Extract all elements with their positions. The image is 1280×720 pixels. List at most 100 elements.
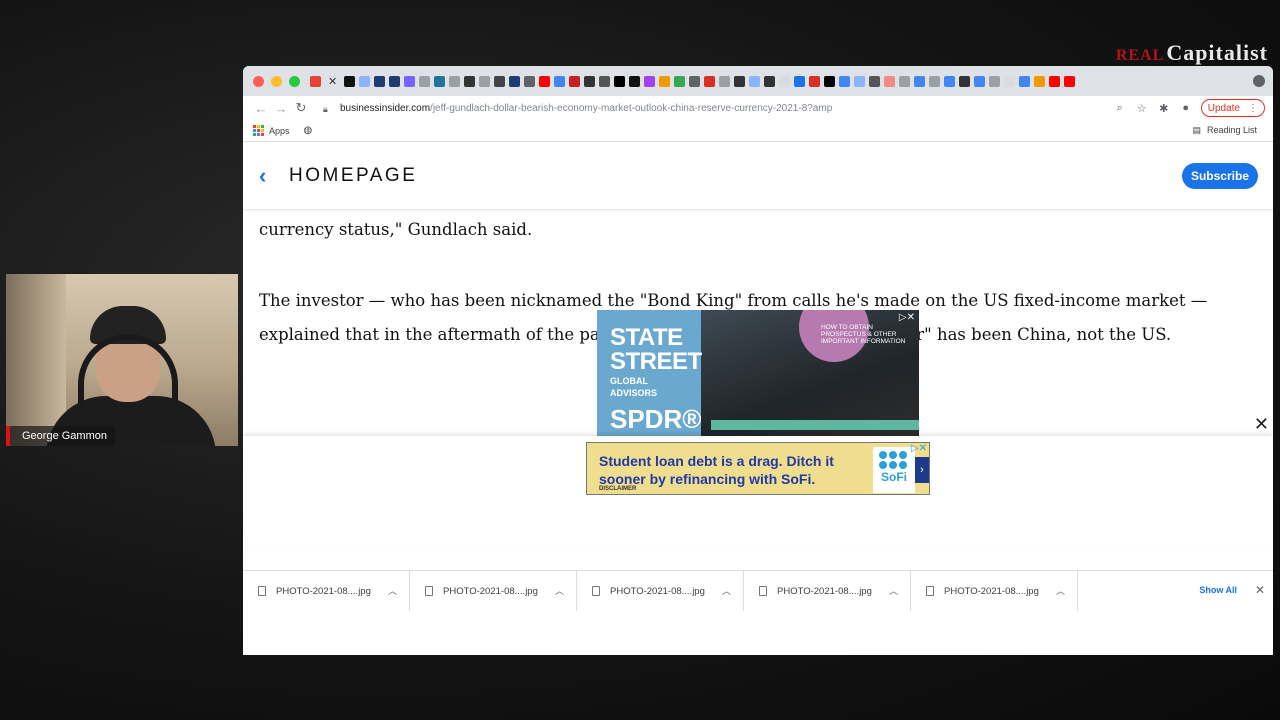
reload-icon[interactable]: ↻ bbox=[291, 100, 311, 116]
chevron-up-icon[interactable]: ︿ bbox=[388, 584, 397, 597]
download-item[interactable]: PHOTO-2021-08....jpg ︿ bbox=[410, 570, 577, 611]
brand-line2: STREET bbox=[610, 348, 702, 375]
chevron-up-icon[interactable]: ︿ bbox=[722, 584, 731, 597]
download-item[interactable]: PHOTO-2021-08....jpg ︿ bbox=[911, 570, 1078, 611]
chevron-up-icon[interactable]: ︿ bbox=[889, 584, 898, 597]
download-filename: PHOTO-2021-08....jpg bbox=[276, 585, 371, 597]
tab-favicon[interactable] bbox=[944, 75, 956, 87]
tab-favicon[interactable] bbox=[974, 75, 986, 87]
tab-favicon[interactable] bbox=[869, 75, 881, 87]
tab-favicon[interactable] bbox=[704, 75, 716, 87]
tab-favicon[interactable] bbox=[1049, 75, 1061, 87]
avatar[interactable]: ● bbox=[1175, 102, 1197, 114]
tab-favicon[interactable] bbox=[614, 75, 626, 87]
tab-favicon[interactable] bbox=[644, 75, 656, 87]
stream-logo-prefix: REAL bbox=[1115, 47, 1165, 64]
maximize-window-button[interactable] bbox=[289, 75, 300, 87]
tab-close-icon[interactable]: ✕ bbox=[328, 75, 337, 88]
download-item[interactable]: PHOTO-2021-08....jpg ︿ bbox=[577, 570, 744, 611]
tab-favicon[interactable] bbox=[809, 75, 821, 87]
forward-arrow-icon[interactable]: → bbox=[271, 101, 291, 116]
tab-favicon[interactable] bbox=[479, 75, 491, 87]
site-header: ‹ HOMEPAGE Subscribe bbox=[243, 142, 1273, 210]
chevron-up-icon[interactable]: ︿ bbox=[555, 584, 564, 597]
tab-favicon[interactable] bbox=[310, 75, 321, 87]
tab-favicon[interactable] bbox=[359, 75, 371, 87]
state-street-ad[interactable]: STATE STREET GLOBAL ADVISORS SPDR® HOW T… bbox=[597, 310, 919, 436]
update-button[interactable]: Update ⋮ bbox=[1200, 99, 1265, 117]
tab-favicon[interactable] bbox=[659, 75, 671, 87]
show-all-downloads-link[interactable]: Show All bbox=[1199, 585, 1237, 595]
minimize-window-button[interactable] bbox=[271, 75, 282, 87]
tab-favicon[interactable] bbox=[719, 75, 731, 87]
tab-favicon[interactable] bbox=[1019, 75, 1031, 87]
chevron-up-icon[interactable]: ︿ bbox=[1056, 584, 1065, 597]
tab-favicon[interactable] bbox=[929, 75, 941, 87]
reading-list-button[interactable]: ▤ Reading List bbox=[1192, 125, 1263, 136]
tab-favicon[interactable] bbox=[854, 75, 866, 87]
tab-favicon[interactable] bbox=[419, 75, 431, 87]
tab-favicon[interactable] bbox=[524, 75, 536, 87]
tab-favicon[interactable] bbox=[839, 75, 851, 87]
tab-favicon[interactable] bbox=[344, 75, 356, 87]
tab-favicon[interactable] bbox=[689, 75, 701, 87]
spdr-label: SPDR® bbox=[610, 404, 702, 434]
tab-favicon[interactable] bbox=[509, 75, 521, 87]
tab-favicon[interactable] bbox=[914, 75, 926, 87]
tab-favicon[interactable] bbox=[1004, 75, 1016, 87]
subscribe-button[interactable]: Subscribe bbox=[1181, 162, 1258, 189]
tab-favicon[interactable] bbox=[1034, 75, 1046, 87]
sofi-ad-disclaimer[interactable]: DISCLAIMER bbox=[599, 486, 636, 492]
tab-favicon[interactable] bbox=[404, 75, 416, 87]
update-label: Update bbox=[1207, 102, 1240, 114]
chevron-right-icon[interactable]: › bbox=[915, 457, 929, 483]
address-bar[interactable]: 🔒︎ businessinsider.com/jeff-gundlach-dol… bbox=[317, 98, 1103, 118]
lock-icon: 🔒︎ bbox=[323, 103, 328, 114]
tab-favicon[interactable] bbox=[674, 75, 686, 87]
tab-favicon[interactable] bbox=[554, 75, 566, 87]
puzzle-icon[interactable]: ✱ bbox=[1153, 102, 1175, 115]
tab-favicon[interactable] bbox=[389, 75, 401, 87]
tab-favicon[interactable] bbox=[584, 75, 596, 87]
download-item[interactable]: PHOTO-2021-08....jpg ︿ bbox=[243, 570, 410, 611]
tab-favicon[interactable] bbox=[824, 75, 836, 87]
ad-image-sofa bbox=[711, 420, 919, 430]
tab-strip: ✕ bbox=[243, 66, 1273, 96]
tab-favicon[interactable] bbox=[959, 75, 971, 87]
tab-favicon[interactable] bbox=[494, 75, 506, 87]
star-icon[interactable]: ☆ bbox=[1131, 102, 1153, 115]
window-controls bbox=[253, 75, 300, 87]
profile-icon[interactable] bbox=[1253, 75, 1265, 87]
download-item[interactable]: PHOTO-2021-08....jpg ︿ bbox=[744, 570, 911, 611]
tab-favicon[interactable] bbox=[629, 75, 641, 87]
apps-bookmark[interactable]: Apps bbox=[269, 126, 290, 136]
tab-favicon[interactable] bbox=[794, 75, 806, 87]
back-arrow-icon[interactable]: ← bbox=[251, 101, 271, 116]
chevron-left-icon[interactable]: ‹ bbox=[259, 163, 289, 189]
tab-favicon[interactable] bbox=[599, 75, 611, 87]
brand-line1: STATE bbox=[610, 324, 683, 351]
homepage-link[interactable]: HOMEPAGE bbox=[289, 165, 417, 187]
globe-icon[interactable]: ◍ bbox=[304, 125, 313, 136]
close-icon[interactable]: ✕ bbox=[1254, 414, 1269, 435]
tab-favicon[interactable] bbox=[539, 75, 551, 87]
tab-favicon[interactable] bbox=[449, 75, 461, 87]
tab-favicon[interactable] bbox=[749, 75, 761, 87]
tab-favicon[interactable] bbox=[464, 75, 476, 87]
tab-favicon[interactable] bbox=[434, 75, 446, 87]
tab-favicon[interactable] bbox=[884, 75, 896, 87]
ad-choices-icon[interactable]: ▷✕ bbox=[911, 443, 927, 454]
tab-favicon[interactable] bbox=[899, 75, 911, 87]
tab-favicon[interactable] bbox=[569, 75, 581, 87]
tab-favicon[interactable] bbox=[989, 75, 1001, 87]
search-icon[interactable]: ⌕ bbox=[1109, 102, 1131, 115]
tab-favicon[interactable] bbox=[374, 75, 386, 87]
close-downloads-icon[interactable]: ✕ bbox=[1255, 583, 1265, 597]
ad-close-icon[interactable]: ▷✕ bbox=[899, 312, 915, 323]
tab-favicon[interactable] bbox=[764, 75, 776, 87]
tab-favicon[interactable] bbox=[734, 75, 746, 87]
close-window-button[interactable] bbox=[253, 75, 264, 87]
tab-favicon[interactable] bbox=[779, 75, 791, 87]
tab-favicon[interactable] bbox=[1064, 75, 1076, 87]
sofi-ad[interactable]: Student loan debt is a drag. Ditch it so… bbox=[586, 442, 930, 495]
